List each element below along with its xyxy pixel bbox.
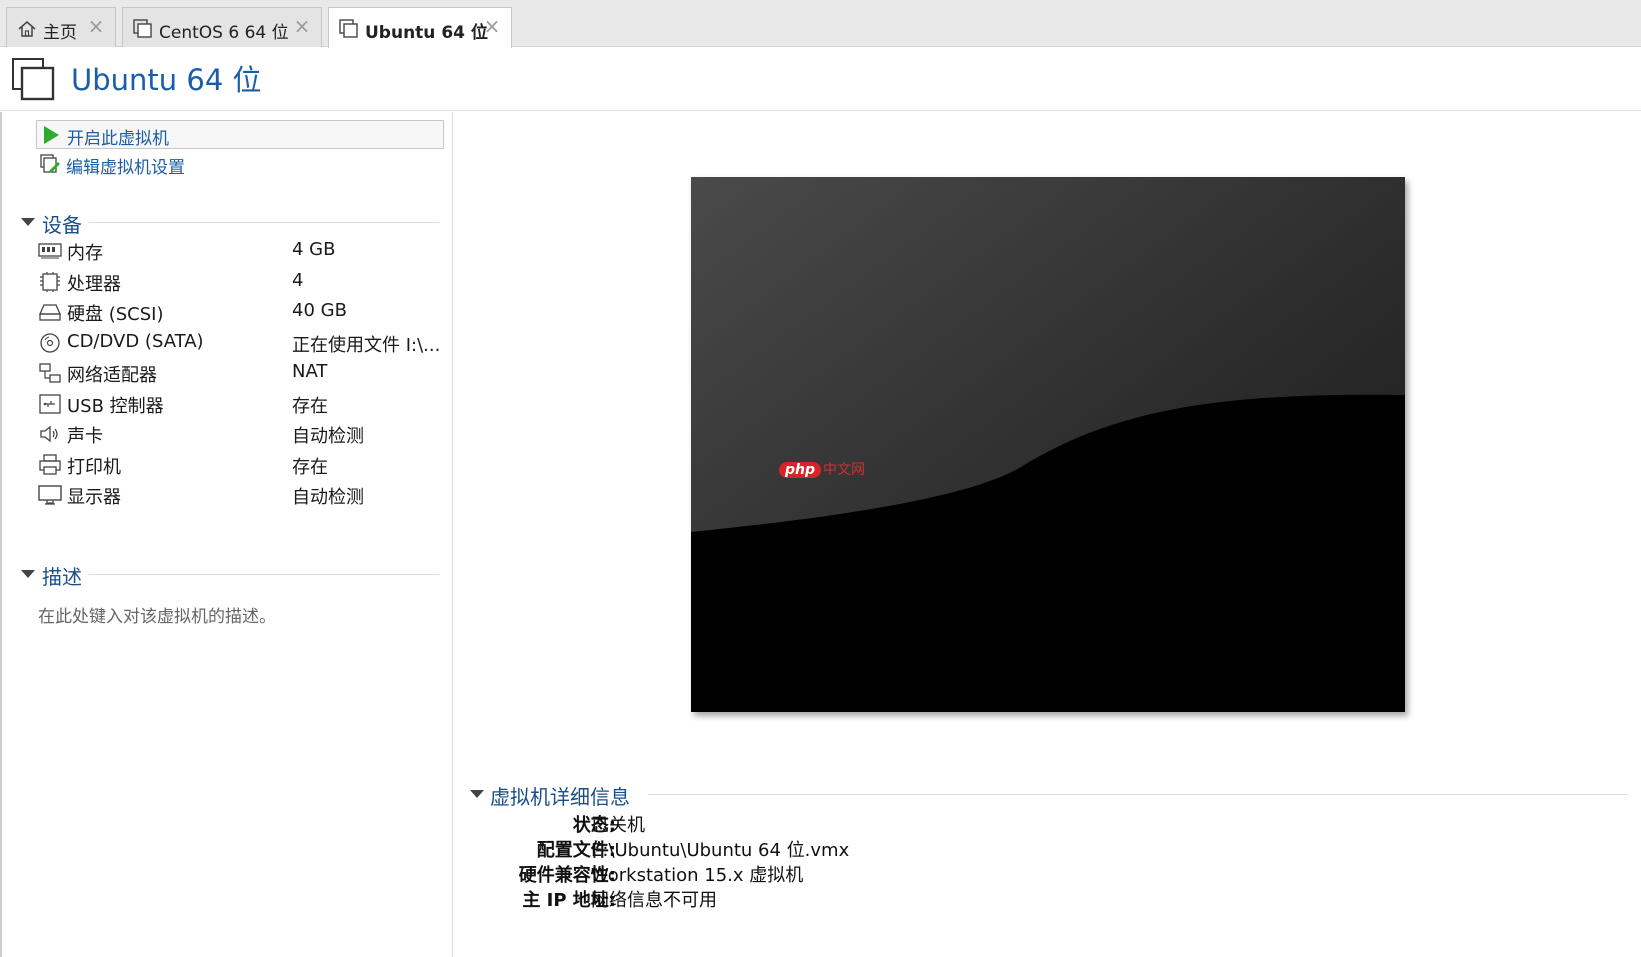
device-value: 自动检测 xyxy=(292,426,364,447)
tab-centos[interactable]: CentOS 6 64 位 × xyxy=(122,7,322,47)
device-name: CD/DVD (SATA) xyxy=(67,331,204,352)
cpu-icon xyxy=(40,272,60,292)
device-cd-dvd[interactable]: CD/DVD (SATA) 正在使用文件 I:\... xyxy=(38,329,441,357)
device-sound[interactable]: 声卡 自动检测 xyxy=(38,420,438,448)
detail-row-status: 状态: 已关机 xyxy=(454,809,1454,836)
vm-icon xyxy=(133,19,152,38)
detail-row-compatibility: 硬件兼容性: Workstation 15.x 虚拟机 xyxy=(454,859,1454,886)
tab-bar: 主页 × CentOS 6 64 位 × Ubuntu 64 位 × xyxy=(0,0,1641,48)
description-title: 描述 xyxy=(42,565,82,589)
device-name: 网络适配器 xyxy=(67,365,157,386)
device-name: USB 控制器 xyxy=(67,396,164,417)
device-memory[interactable]: 内存 4 GB xyxy=(38,237,438,265)
device-usb[interactable]: USB 控制器 存在 xyxy=(38,390,438,418)
device-cpu[interactable]: 处理器 4 xyxy=(38,268,438,296)
vm-icon xyxy=(12,58,55,101)
device-value: 40 GB xyxy=(292,300,347,321)
detail-row-config-file: 配置文件: E:\Ubuntu\Ubuntu 64 位.vmx xyxy=(454,834,1454,861)
edit-settings-icon xyxy=(40,154,60,173)
watermark-text: 中文网 xyxy=(823,462,866,478)
device-value: 存在 xyxy=(292,457,328,478)
device-name: 显示器 xyxy=(67,487,121,508)
vm-summary-panel: 开启此虚拟机 编辑虚拟机设置 设备 内存 4 GB 处理器 4 硬盘 (SCSI… xyxy=(0,112,453,957)
usb-icon xyxy=(39,394,61,414)
devices-title: 设备 xyxy=(42,213,82,237)
description-field[interactable]: 在此处键入对该虚拟机的描述。 xyxy=(38,602,276,627)
detail-row-ip-address: 主 IP 地址: 网络信息不可用 xyxy=(454,884,1454,911)
monitor-icon xyxy=(38,485,62,505)
device-value: NAT xyxy=(292,361,328,382)
vm-header: Ubuntu 64 位 xyxy=(0,47,1641,111)
tab-label: 主页 xyxy=(43,23,77,43)
divider xyxy=(648,794,1628,795)
page-title: Ubuntu 64 位 xyxy=(71,63,262,97)
device-value: 正在使用文件 I:\... xyxy=(292,335,441,356)
divider xyxy=(89,574,439,575)
watermark-logo: php 中文网 xyxy=(779,459,865,479)
watermark-badge: php xyxy=(779,462,822,478)
tab-home[interactable]: 主页 × xyxy=(6,7,116,47)
device-name: 内存 xyxy=(67,243,103,264)
detail-value: 网络信息不可用 xyxy=(591,890,717,911)
details-title: 虚拟机详细信息 xyxy=(490,785,630,809)
network-icon xyxy=(39,363,61,383)
devices-section-header[interactable]: 设备 xyxy=(19,208,439,237)
tab-label: Ubuntu 64 位 xyxy=(365,23,488,43)
device-value: 存在 xyxy=(292,396,328,417)
close-icon[interactable]: × xyxy=(293,15,311,37)
close-icon[interactable]: × xyxy=(483,15,501,37)
collapse-caret-icon[interactable] xyxy=(21,218,35,226)
vm-preview-panel: php 中文网 虚拟机详细信息 状态: 已关机 配置文件: E:\Ubuntu\U… xyxy=(454,112,1641,957)
device-value: 自动检测 xyxy=(292,487,364,508)
cd-dvd-icon xyxy=(40,333,60,353)
tab-ubuntu[interactable]: Ubuntu 64 位 × xyxy=(328,7,512,48)
details-section-header[interactable]: 虚拟机详细信息 xyxy=(468,780,1628,809)
memory-icon xyxy=(38,243,62,259)
device-value: 4 xyxy=(292,270,304,291)
hard-disk-icon xyxy=(38,304,62,321)
collapse-caret-icon[interactable] xyxy=(21,570,35,578)
device-network[interactable]: 网络适配器 NAT xyxy=(38,359,438,387)
device-name: 处理器 xyxy=(67,274,121,295)
tab-label: CentOS 6 64 位 xyxy=(159,23,289,43)
power-on-label: 开启此虚拟机 xyxy=(67,129,169,149)
vm-screen-thumbnail[interactable]: php 中文网 xyxy=(691,177,1405,712)
printer-icon xyxy=(39,454,61,475)
device-name: 硬盘 (SCSI) xyxy=(67,304,164,325)
description-section-header[interactable]: 描述 xyxy=(19,560,439,589)
speaker-icon xyxy=(40,425,58,443)
home-icon xyxy=(18,21,36,37)
power-on-button[interactable]: 开启此虚拟机 xyxy=(36,120,444,149)
edit-settings-label: 编辑虚拟机设置 xyxy=(66,158,185,178)
device-monitor[interactable]: 显示器 自动检测 xyxy=(38,481,438,509)
close-icon[interactable]: × xyxy=(87,15,105,37)
collapse-caret-icon[interactable] xyxy=(470,790,484,798)
device-name: 声卡 xyxy=(67,426,103,447)
device-value: 4 GB xyxy=(292,239,336,260)
edit-settings-button[interactable]: 编辑虚拟机设置 xyxy=(36,150,444,179)
device-printer[interactable]: 打印机 存在 xyxy=(38,451,438,479)
device-hard-disk[interactable]: 硬盘 (SCSI) 40 GB xyxy=(38,298,438,326)
device-name: 打印机 xyxy=(67,457,121,478)
divider xyxy=(89,222,439,223)
vm-screen-graphic xyxy=(691,177,1405,712)
vm-icon xyxy=(339,19,358,38)
play-icon xyxy=(44,126,59,144)
